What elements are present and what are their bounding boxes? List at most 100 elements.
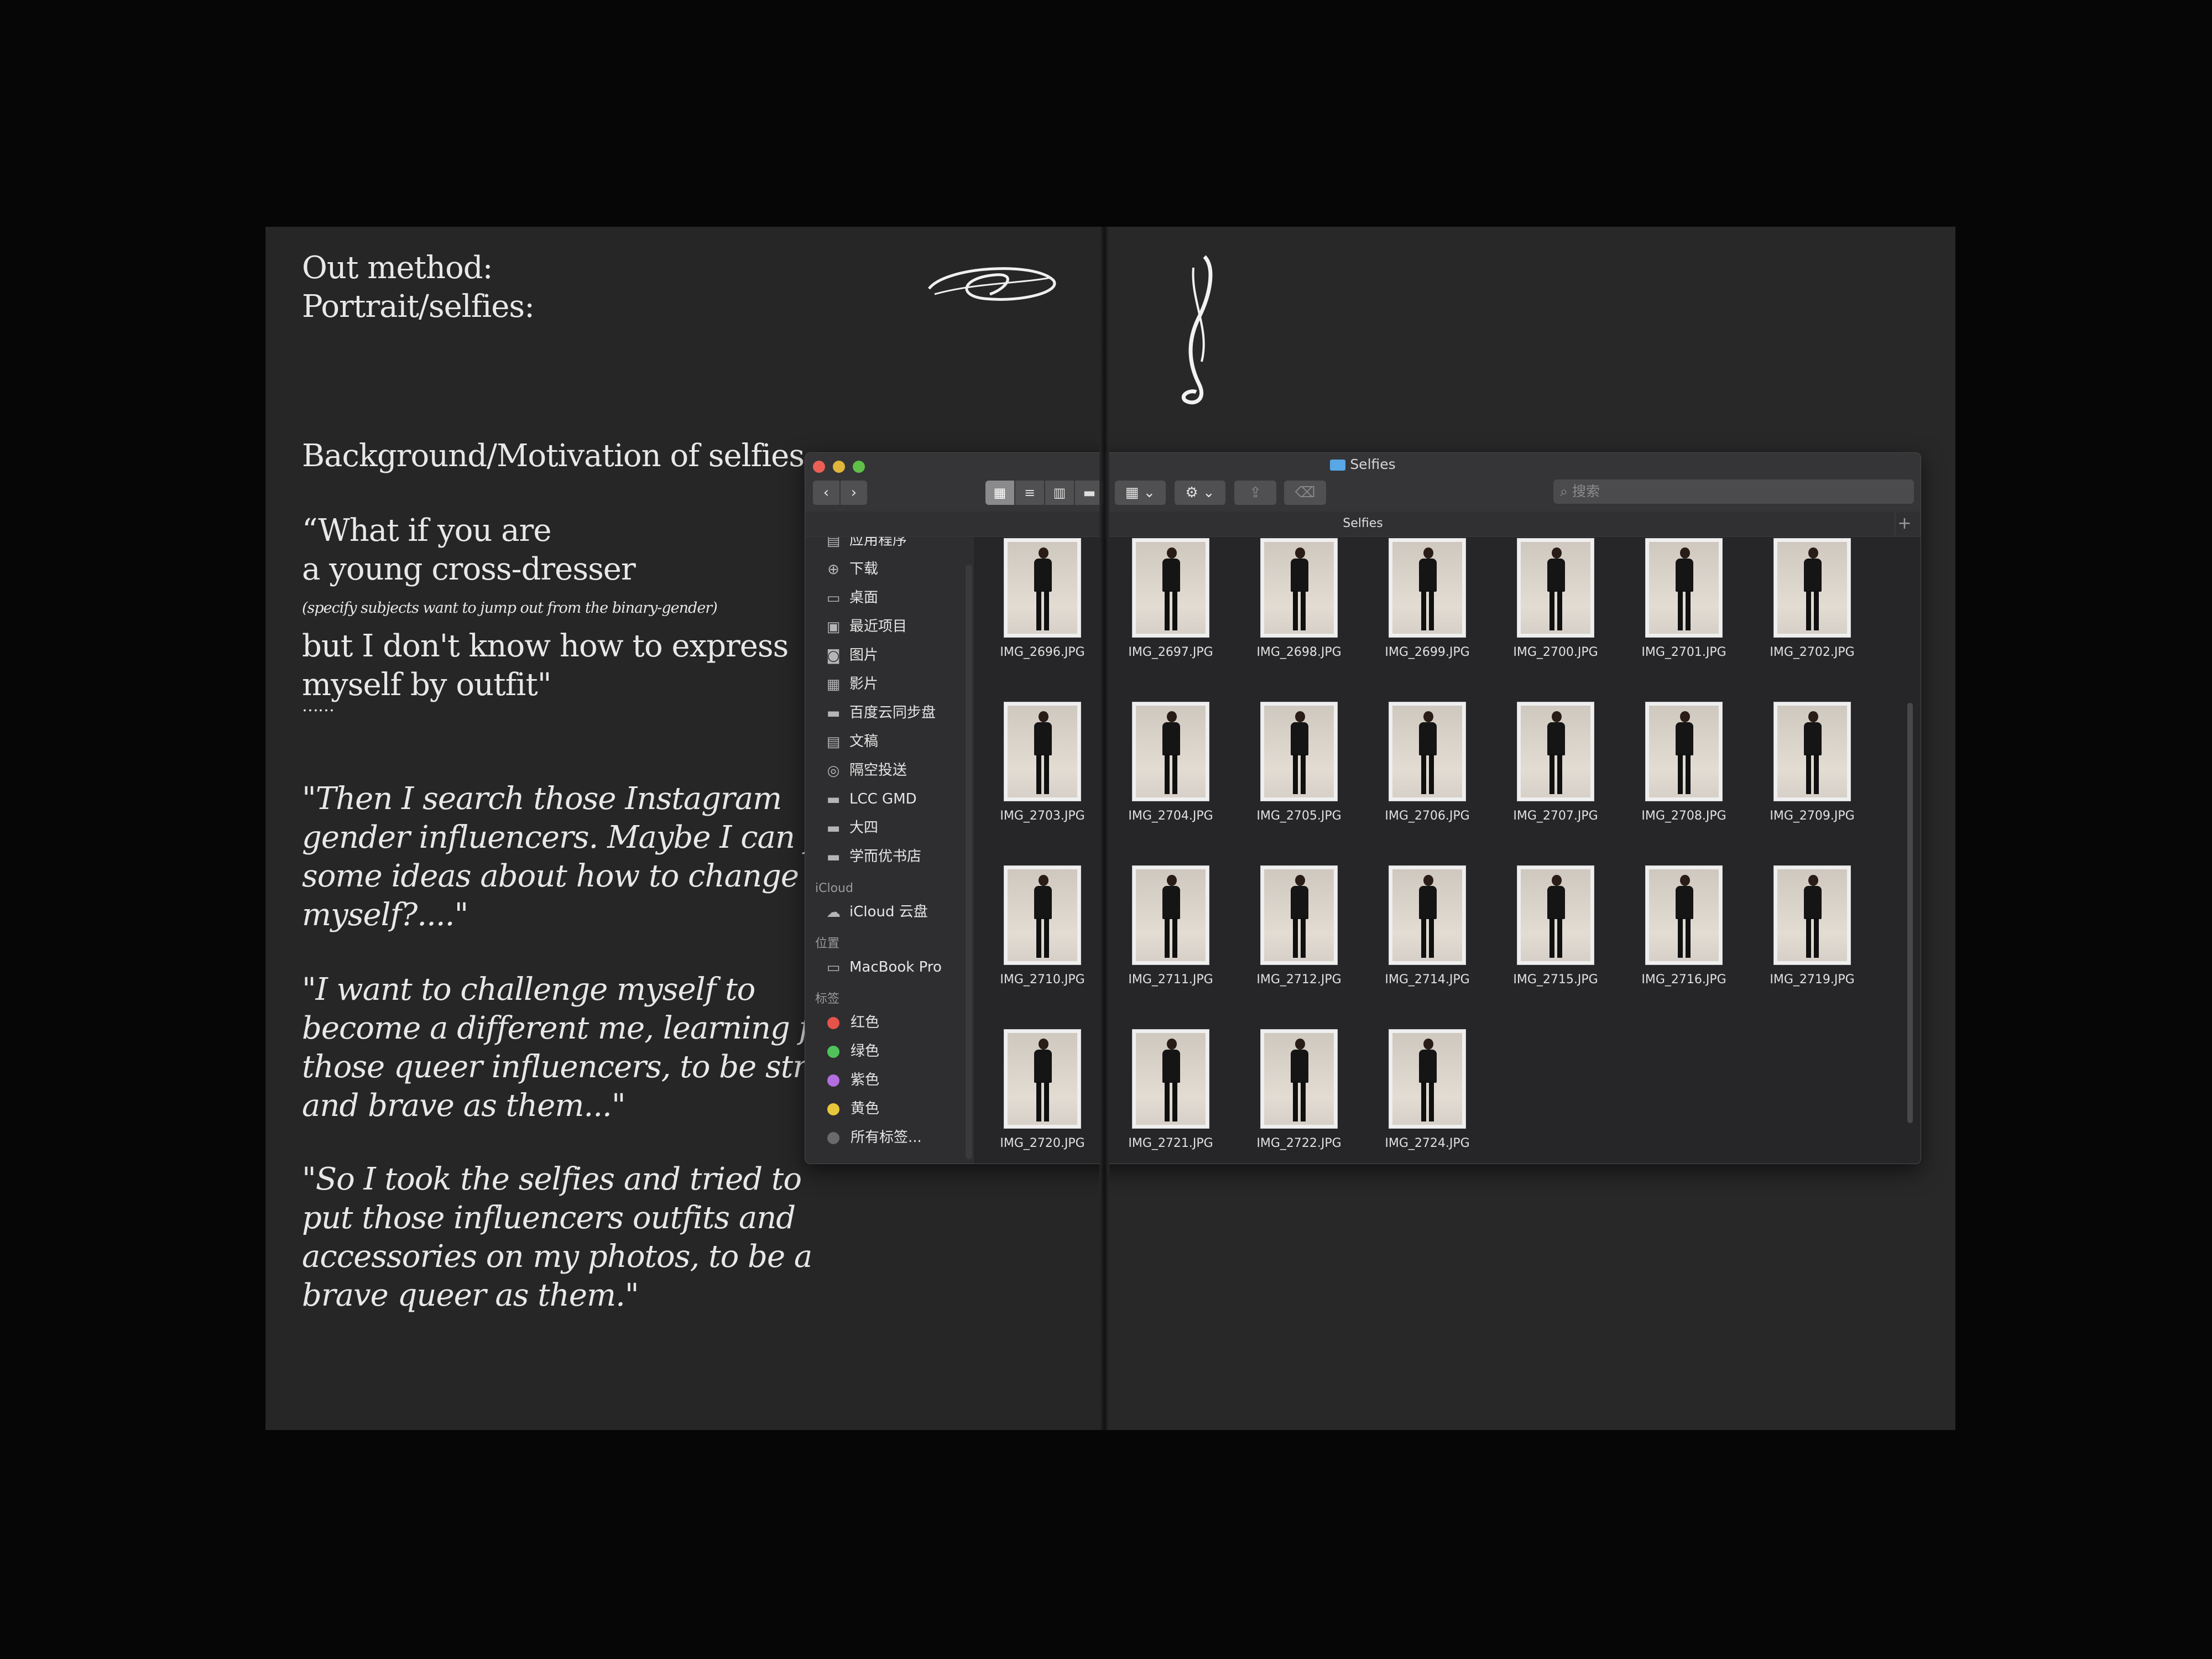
photo-thumbnail [1132, 702, 1209, 801]
photo-thumbnail [1645, 865, 1723, 965]
decorative-flourish-icon [928, 267, 1056, 301]
group-by-button[interactable]: ▦ ⌄ [1115, 481, 1166, 505]
photo-thumbnail [1004, 538, 1081, 638]
file-item[interactable]: IMG_2696.JPG [987, 538, 1098, 687]
sidebar-item[interactable]: ☁ iCloud 云盘 [825, 901, 928, 923]
sidebar-item[interactable]: ▬ 学而优书店 [825, 846, 921, 868]
file-item[interactable]: IMG_2709.JPG [1757, 702, 1867, 851]
content-scrollbar[interactable] [1907, 703, 1913, 1123]
sidebar-item-label: 大四 [849, 820, 879, 836]
cloud-icon: ☁ [826, 904, 841, 921]
sidebar-tag[interactable]: 所有标签... [825, 1126, 922, 1149]
sidebar-item[interactable]: ▤ 文稿 [825, 731, 878, 753]
sidebar-item[interactable]: ▬ 大四 [825, 817, 878, 839]
add-tab-button[interactable]: + [1895, 512, 1914, 536]
sidebar-item-label: 隔空投送 [849, 762, 907, 779]
file-item[interactable]: IMG_2698.JPG [1244, 538, 1354, 687]
forward-button[interactable]: › [841, 481, 867, 505]
file-item[interactable]: IMG_2706.JPG [1372, 702, 1483, 851]
sidebar-tag[interactable]: 绿色 [825, 1040, 879, 1062]
file-item[interactable]: IMG_2704.JPG [1115, 702, 1226, 851]
recents-icon: ▣ [826, 618, 841, 635]
file-item[interactable]: IMG_2716.JPG [1629, 865, 1739, 1015]
file-name: IMG_2709.JPG [1770, 809, 1855, 823]
sidebar-item[interactable]: ▬ LCC GMD [825, 788, 917, 810]
file-item[interactable]: IMG_2710.JPG [987, 865, 1098, 1015]
search-icon: ⌕ [1560, 483, 1572, 499]
sidebar-item[interactable]: ▬ 百度云同步盘 [825, 702, 936, 724]
file-name: IMG_2712.JPG [1256, 973, 1342, 987]
icon-view-button[interactable]: ▦ [985, 481, 1014, 505]
photo-thumbnail [1260, 1029, 1338, 1129]
quote-one-note: (specify subjects want to jump out from … [302, 599, 718, 617]
file-item[interactable]: IMG_2701.JPG [1629, 538, 1739, 687]
sidebar-item-label: LCC GMD [849, 791, 917, 807]
share-button[interactable]: ⇪ [1234, 481, 1276, 505]
file-item[interactable]: IMG_2719.JPG [1757, 865, 1867, 1015]
photo-thumbnail [1645, 538, 1723, 638]
file-item[interactable]: IMG_2720.JPG [987, 1029, 1098, 1164]
sidebar-tag-label: 绿色 [851, 1043, 880, 1060]
file-item[interactable]: IMG_2700.JPG [1500, 538, 1611, 687]
sidebar-item-label: 图片 [849, 647, 879, 664]
sidebar-item[interactable]: ◙ 图片 [825, 644, 878, 666]
file-name: IMG_2720.JPG [1000, 1136, 1085, 1150]
path-bar: Selfies [805, 512, 1921, 536]
list-view-button[interactable]: ≡ [1015, 481, 1044, 505]
file-name: IMG_2702.JPG [1770, 645, 1855, 659]
sidebar-item[interactable]: ⊕ 下载 [825, 558, 878, 580]
document-icon: ▤ [826, 733, 841, 750]
file-name: IMG_2710.JPG [1000, 973, 1085, 987]
file-item[interactable]: IMG_2697.JPG [1115, 538, 1226, 687]
file-item[interactable]: IMG_2708.JPG [1629, 702, 1739, 851]
photo-thumbnail [1773, 538, 1851, 638]
sidebar-item[interactable]: ▭ 桌面 [825, 587, 878, 609]
sidebar-item[interactable]: ▣ 最近项目 [825, 615, 907, 638]
sidebar-scrollbar[interactable] [966, 565, 972, 1159]
file-name: IMG_2696.JPG [1000, 645, 1085, 659]
sidebar-tag[interactable]: 紫色 [825, 1069, 879, 1091]
file-item[interactable]: IMG_2705.JPG [1244, 702, 1354, 851]
file-name: IMG_2724.JPG [1385, 1136, 1470, 1150]
file-item[interactable]: IMG_2724.JPG [1372, 1029, 1483, 1164]
sidebar-item[interactable]: ◎ 隔空投送 [825, 759, 907, 781]
sidebar-tag[interactable]: 红色 [825, 1011, 879, 1034]
file-item[interactable]: IMG_2722.JPG [1244, 1029, 1354, 1164]
photo-thumbnail [1260, 865, 1338, 965]
file-item[interactable]: IMG_2721.JPG [1115, 1029, 1226, 1164]
sidebar-item[interactable]: ▦ 影片 [825, 673, 878, 695]
file-item[interactable]: IMG_2712.JPG [1244, 865, 1354, 1015]
sidebar-item[interactable]: ▭ MacBook Pro [825, 956, 942, 978]
back-button[interactable]: ‹ [813, 481, 839, 505]
file-item[interactable]: IMG_2703.JPG [987, 702, 1098, 851]
file-item[interactable]: IMG_2715.JPG [1500, 865, 1611, 1015]
file-item[interactable]: IMG_2711.JPG [1115, 865, 1226, 1015]
method-heading: Out method: Portrait/selfies: [302, 250, 535, 325]
folder-icon: ▬ [826, 848, 841, 865]
sidebar-item-label: 影片 [849, 676, 879, 692]
photo-thumbnail [1132, 538, 1209, 638]
column-view-button[interactable]: ▥ [1045, 481, 1074, 505]
book-gutter [1099, 227, 1109, 1430]
file-item[interactable]: IMG_2714.JPG [1372, 865, 1483, 1015]
file-name: IMG_2705.JPG [1256, 809, 1342, 823]
file-item[interactable]: IMG_2707.JPG [1500, 702, 1611, 851]
photo-thumbnail [1389, 538, 1466, 638]
photo-thumbnail [1004, 865, 1081, 965]
sidebar-tag[interactable]: 黄色 [825, 1098, 879, 1120]
search-field[interactable]: ⌕ 搜索 [1553, 479, 1914, 504]
file-name: IMG_2699.JPG [1385, 645, 1470, 659]
file-name: IMG_2707.JPG [1513, 809, 1598, 823]
photo-thumbnail [1517, 702, 1594, 801]
action-gear-button[interactable]: ⚙ ⌄ [1175, 481, 1225, 505]
finder-window[interactable]: Selfies ‹ › ▦ ≡ ▥ ▬ ▦ ⌄ ⚙ ⌄ ⇪ ⌫ ⌕ 搜索 Sel… [805, 452, 1921, 1164]
tag-color-dot-icon [827, 1045, 839, 1058]
file-item[interactable]: IMG_2699.JPG [1372, 538, 1483, 687]
sidebar-item-label: iCloud 云盘 [849, 904, 928, 920]
tag-color-dot-icon [827, 1103, 839, 1115]
file-item[interactable]: IMG_2702.JPG [1757, 538, 1867, 687]
camera-icon: ◙ [826, 647, 841, 664]
sidebar-item[interactable]: ▤ 应用程序 [825, 537, 907, 551]
photo-thumbnail [1260, 702, 1338, 801]
tags-button[interactable]: ⌫ [1284, 481, 1326, 505]
